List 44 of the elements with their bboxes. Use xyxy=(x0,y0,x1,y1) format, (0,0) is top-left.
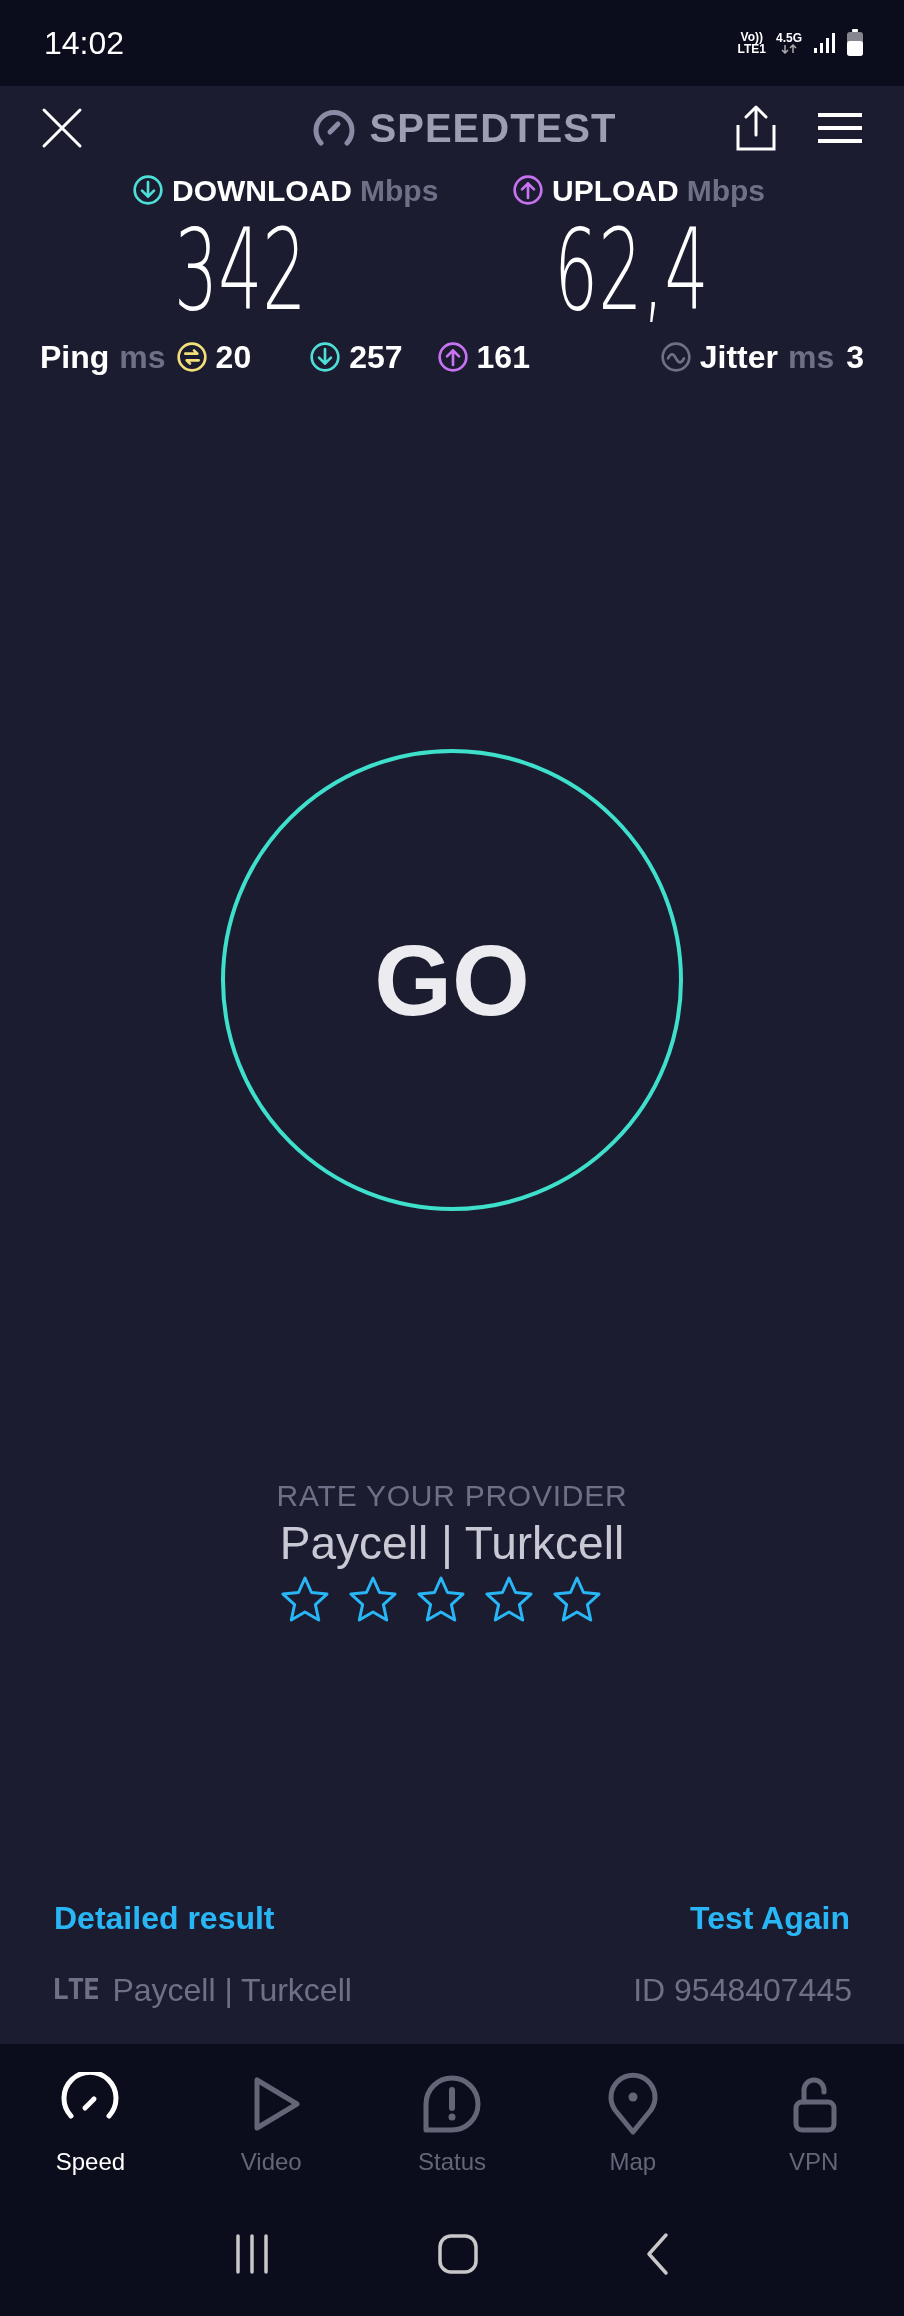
upload-value: 62,4 xyxy=(554,214,709,326)
jitter-icon xyxy=(659,341,692,373)
home-icon[interactable] xyxy=(436,2232,480,2276)
idle-ping-icon xyxy=(175,341,208,373)
signal-icon xyxy=(812,31,836,55)
ping-value: 20 xyxy=(215,338,252,377)
clock-time: 14:02 xyxy=(44,24,125,63)
menu-icon[interactable] xyxy=(816,111,864,145)
share-icon[interactable] xyxy=(734,105,778,151)
battery-icon xyxy=(846,29,864,57)
unit-label: ms xyxy=(787,338,835,377)
jitter-value: 3 xyxy=(846,338,864,377)
go-button[interactable]: GO xyxy=(221,749,683,1211)
provider-name: Paycell | Turkcell xyxy=(279,1516,625,1570)
upload-label: UPLOAD xyxy=(552,172,679,209)
star-icon[interactable] xyxy=(417,1576,465,1622)
download-value: 342 xyxy=(174,214,307,326)
detailed-result-link[interactable]: Detailed result xyxy=(54,1894,275,1942)
download-label: DOWNLOAD xyxy=(172,172,352,209)
star-icon[interactable] xyxy=(349,1576,397,1622)
app-title: SPEEDTEST xyxy=(369,105,617,152)
test-again-link[interactable]: Test Again xyxy=(690,1894,850,1942)
network-type: 4.5G xyxy=(776,32,802,44)
jitter-label: Jitter xyxy=(699,338,778,377)
rating-title: RATE YOUR PROVIDER xyxy=(276,1478,628,1514)
connection-provider: Paycell | Turkcell xyxy=(112,1971,352,2010)
close-icon[interactable] xyxy=(40,106,84,150)
star-icon[interactable] xyxy=(553,1576,601,1622)
ping-value: 161 xyxy=(476,338,530,377)
star-icon[interactable] xyxy=(485,1576,533,1622)
unit-label: Mbps xyxy=(360,172,439,209)
sim-label: LTE1 xyxy=(737,43,766,55)
result-id: ID 9548407445 xyxy=(633,1971,852,2010)
ping-value: 257 xyxy=(349,338,403,377)
ping-label: Ping xyxy=(40,338,110,377)
unit-label: ms xyxy=(119,338,166,377)
star-rating[interactable] xyxy=(281,1576,601,1622)
speedometer-logo-icon xyxy=(311,110,356,146)
data-arrows-icon xyxy=(781,44,797,54)
connection-type: LTE xyxy=(52,1972,99,2008)
nav-tab[interactable]: Speed xyxy=(0,2062,181,2174)
volte-indicator: Vo)) xyxy=(740,31,763,43)
unit-label: Mbps xyxy=(686,172,765,209)
star-icon[interactable] xyxy=(281,1576,329,1622)
